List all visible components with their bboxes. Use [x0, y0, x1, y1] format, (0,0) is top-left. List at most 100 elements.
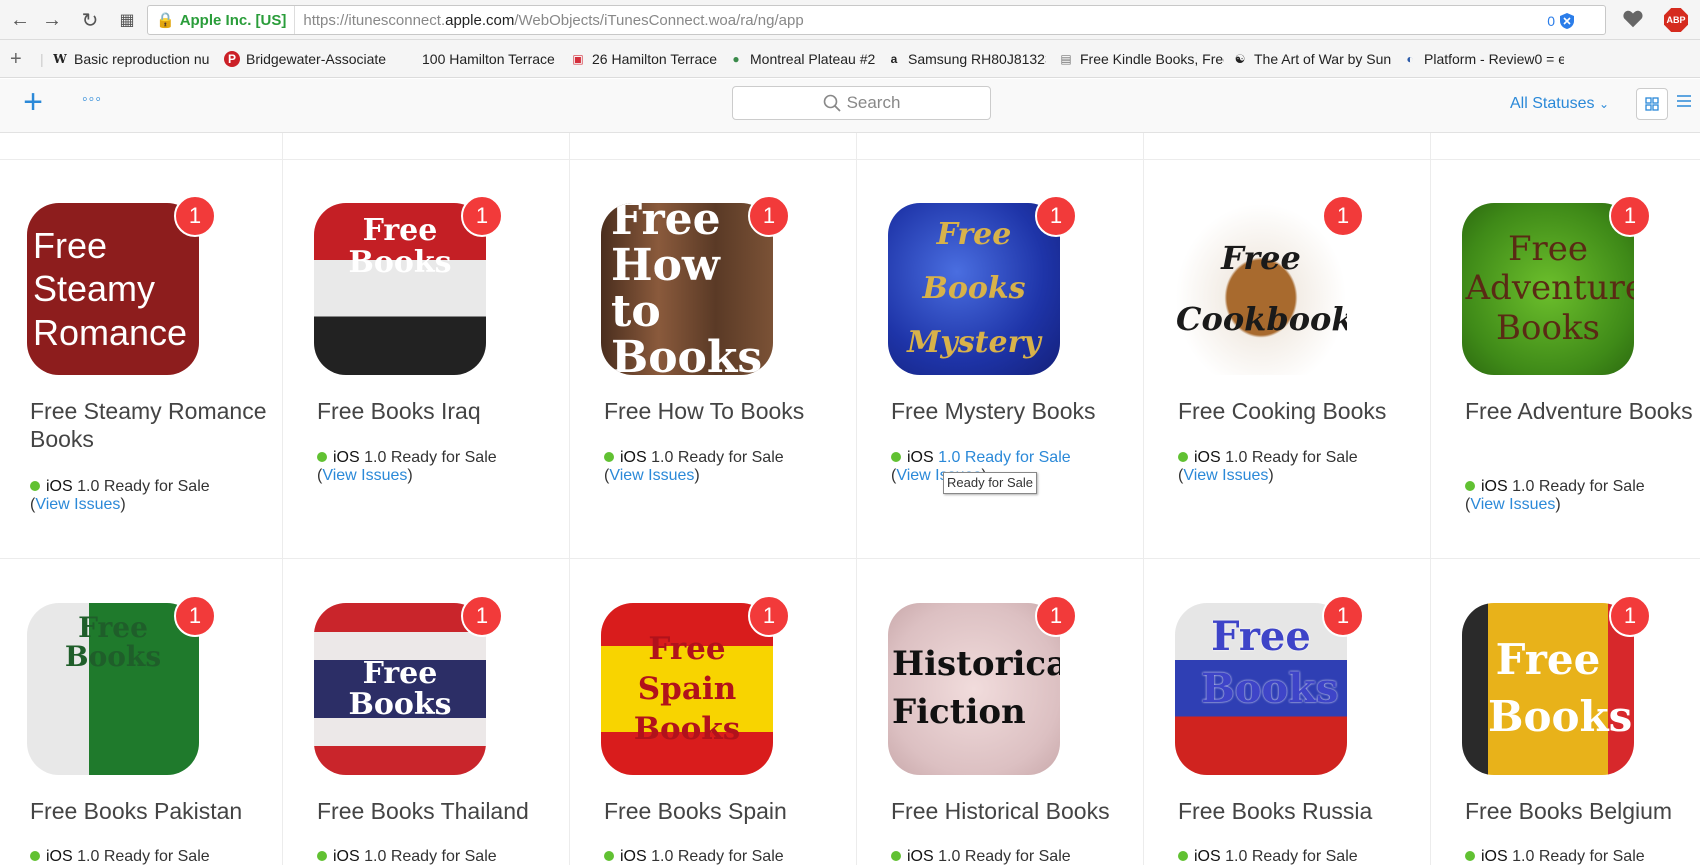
globe-icon: ●: [732, 52, 740, 66]
page-icon: ▤: [1060, 52, 1072, 66]
app-name[interactable]: Free Historical Books: [891, 797, 1131, 825]
view-issues-link[interactable]: View Issues: [1183, 467, 1268, 484]
app-toolbar: + ◦◦◦ Search All Statuses ⌄: [0, 79, 1700, 133]
bookmark-item[interactable]: P Bridgewater-Associate: [224, 40, 388, 78]
app-name[interactable]: Free Books Iraq: [317, 397, 557, 425]
reload-icon[interactable]: ↻: [78, 8, 102, 32]
forward-icon[interactable]: →: [40, 8, 64, 32]
app-icon-russia[interactable]: Free Books: [1175, 603, 1347, 775]
bookmark-item[interactable]: ● Montreal Plateau #2: [728, 40, 878, 78]
search-icon: [823, 94, 841, 112]
app-status: iOS 1.0 Ready for Sale(View Issues): [1465, 478, 1645, 513]
bookmark-item[interactable]: ▤ Free Kindle Books, Free: [1058, 40, 1224, 78]
app-icon-historical[interactable]: Historical Fiction: [888, 603, 1060, 775]
yin-yang-icon: ☯: [1234, 52, 1246, 66]
app-tile[interactable]: Historical Fiction 1 Free Historical Boo…: [861, 558, 1148, 865]
bookmark-item[interactable]: ▣ 26 Hamilton Terrace: [570, 40, 720, 78]
bookmark-item[interactable]: ◐ Platform - Review0 = e: [1402, 40, 1564, 78]
app-name[interactable]: Free Steamy Romance Books: [30, 397, 270, 453]
lock-icon: 🔒: [156, 12, 175, 29]
browser-toolbar: ← → ↻ ▦ 🔒 Apple Inc. [US] https://itunes…: [0, 0, 1700, 40]
app-tile[interactable]: Free Steamy Romance 1 Free Steamy Romanc…: [0, 133, 287, 558]
address-bar[interactable]: 🔒 Apple Inc. [US] https://itunesconnect.…: [147, 5, 1606, 35]
privacy-shield-button[interactable]: 0: [1547, 12, 1575, 30]
notification-badge: 1: [461, 595, 503, 637]
view-issues-link[interactable]: View Issues: [35, 496, 120, 513]
app-name[interactable]: Free Cooking Books: [1178, 397, 1418, 425]
status-dot: [317, 851, 327, 861]
grid-logo-icon: ▣: [572, 52, 584, 66]
app-icon-how-to[interactable]: Free How to Books: [601, 203, 773, 375]
app-icon-mystery[interactable]: Free Books Mystery: [888, 203, 1060, 375]
app-icon-iraq[interactable]: Free Books: [314, 203, 486, 375]
app-icon-adventure[interactable]: Free Adventure Books: [1462, 203, 1634, 375]
notification-badge: 1: [748, 195, 790, 237]
add-app-button[interactable]: +: [18, 85, 48, 119]
bookmark-item[interactable]: 100 Hamilton Terrace: [400, 40, 560, 78]
status-filter-dropdown[interactable]: All Statuses ⌄: [1510, 95, 1609, 113]
status-dot: [30, 481, 40, 491]
app-icon-spain[interactable]: Free Spain Books: [601, 603, 773, 775]
app-name[interactable]: Free Books Belgium: [1465, 797, 1700, 825]
status-dot: [604, 851, 614, 861]
status-dot: [30, 851, 40, 861]
app-tile[interactable]: Free Books Mystery 1 Free Mystery Books …: [861, 133, 1148, 558]
wikipedia-icon: W: [53, 52, 67, 66]
app-name[interactable]: Free Books Spain: [604, 797, 844, 825]
app-icon-pakistan[interactable]: Free Books: [27, 603, 199, 775]
app-tile[interactable]: Free Books 1 Free Books Belgium iOS 1.0 …: [1435, 558, 1700, 865]
view-issues-link[interactable]: View Issues: [1470, 496, 1555, 513]
status-dot: [1465, 481, 1475, 491]
status-dot: [317, 452, 327, 462]
notification-badge: 1: [748, 595, 790, 637]
notification-badge: 1: [1322, 595, 1364, 637]
app-tile[interactable]: Free Books 1 Free Books Thailand iOS 1.0…: [287, 558, 574, 865]
app-tile[interactable]: Free Books 1 Free Books Iraq iOS 1.0 Rea…: [287, 133, 574, 558]
more-options-button[interactable]: ◦◦◦: [82, 91, 102, 109]
app-name[interactable]: Free How To Books: [604, 397, 844, 425]
heart-icon[interactable]: [1622, 8, 1644, 35]
status-dot: [1178, 851, 1188, 861]
bookmark-item[interactable]: ☯ The Art of War by Sun: [1232, 40, 1392, 78]
back-icon[interactable]: ←: [8, 8, 32, 32]
app-status: iOS 1.0 Ready for Sale: [317, 848, 567, 865]
notification-badge: 1: [461, 195, 503, 237]
notification-badge: 1: [1035, 595, 1077, 637]
add-bookmark-icon[interactable]: +: [10, 40, 22, 78]
app-tile[interactable]: Free Adventure Books 1 Free Adventure Bo…: [1435, 133, 1700, 558]
notification-badge: 1: [1609, 195, 1651, 237]
app-icon-cooking[interactable]: Free Cookbooks: [1175, 203, 1347, 375]
ev-certificate-label[interactable]: 🔒 Apple Inc. [US]: [148, 6, 296, 34]
notification-badge: 1: [174, 195, 216, 237]
search-input[interactable]: Search: [732, 86, 991, 120]
app-name[interactable]: Free Books Pakistan: [30, 797, 270, 825]
bookmark-item[interactable]: W Basic reproduction nu: [52, 40, 210, 78]
grid-view-icon: [1645, 97, 1659, 111]
list-view-button[interactable]: [1676, 93, 1692, 114]
app-tile[interactable]: Free Books 1 Free Books Pakistan iOS 1.0…: [0, 558, 287, 865]
app-tile[interactable]: Free How to Books 1 Free How To Books iO…: [574, 133, 861, 558]
app-icon-thailand[interactable]: Free Books: [314, 603, 486, 775]
app-name[interactable]: Free Mystery Books: [891, 397, 1131, 425]
app-name[interactable]: Free Adventure Books: [1465, 397, 1700, 425]
app-status: iOS 1.0 Ready for Sale(View Issues): [1178, 449, 1358, 484]
app-icon-romance[interactable]: Free Steamy Romance: [27, 203, 199, 375]
notification-badge: 1: [174, 595, 216, 637]
status-tooltip: Ready for Sale: [943, 472, 1037, 494]
bookmark-item[interactable]: a Samsung RH80J81323: [886, 40, 1046, 78]
status-dot: [1178, 452, 1188, 462]
pinterest-icon: P: [224, 51, 240, 67]
app-tile[interactable]: Free Spain Books 1 Free Books Spain iOS …: [574, 558, 861, 865]
apps-grid-icon[interactable]: ▦: [115, 8, 139, 32]
app-name[interactable]: Free Books Thailand: [317, 797, 557, 825]
view-issues-link[interactable]: View Issues: [322, 467, 407, 484]
app-icon-belgium[interactable]: Free Books: [1462, 603, 1634, 775]
adblock-plus-icon[interactable]: ABP: [1664, 8, 1688, 32]
grid-view-button[interactable]: [1636, 88, 1668, 120]
view-issues-link[interactable]: View Issues: [609, 467, 694, 484]
app-name[interactable]: Free Books Russia: [1178, 797, 1418, 825]
app-tile[interactable]: Free Cookbooks 1 Free Cooking Books iOS …: [1148, 133, 1435, 558]
chevron-down-icon: ⌄: [1598, 97, 1609, 111]
app-tile[interactable]: Free Books 1 Free Books Russia iOS 1.0 R…: [1148, 558, 1435, 865]
url-text[interactable]: https://itunesconnect.apple.com/WebObjec…: [295, 12, 803, 29]
